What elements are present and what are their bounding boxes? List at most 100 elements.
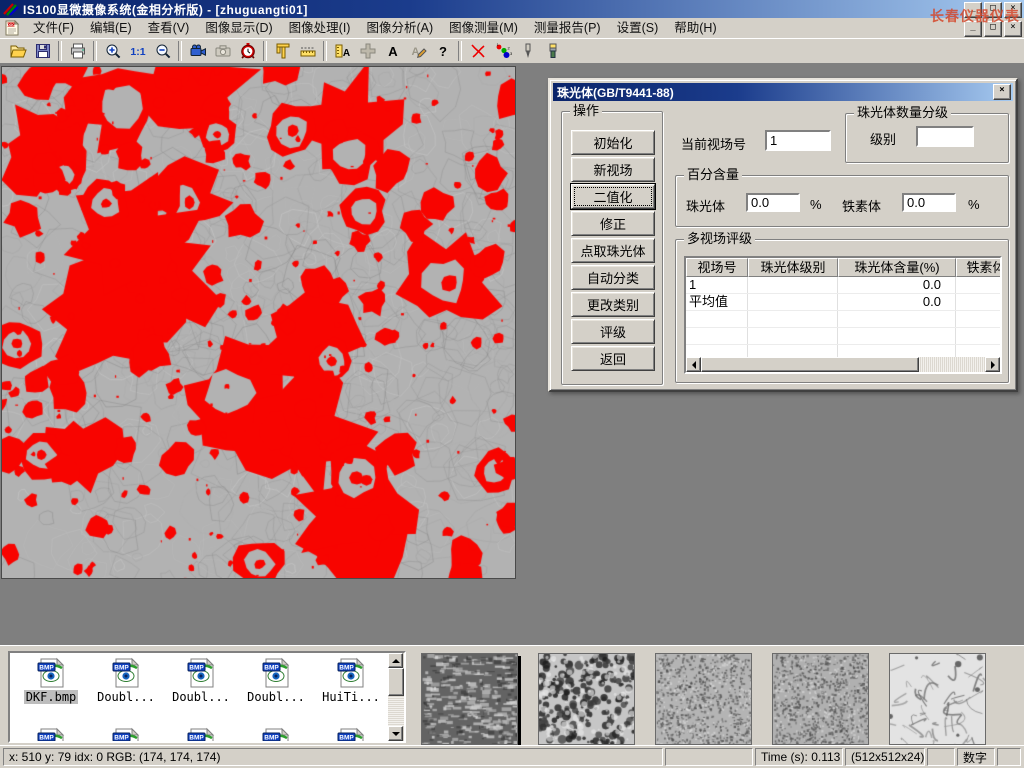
menu-item[interactable]: 测量报告(P) — [526, 21, 609, 35]
menu-item[interactable]: 图像显示(D) — [197, 21, 280, 35]
operation-button[interactable]: 返回 — [571, 346, 655, 371]
table-column-header[interactable]: 珠光体含量(%) — [838, 258, 956, 277]
minimize-button[interactable]: _ — [964, 2, 982, 18]
ferrite-percent-input[interactable] — [902, 193, 956, 212]
menu-item[interactable]: 设置(S) — [609, 21, 667, 35]
table-column-header[interactable]: 铁素体 — [956, 258, 1002, 277]
table-row[interactable]: 平均值0.0 — [686, 294, 1000, 311]
gallery-thumbnail[interactable] — [538, 653, 635, 745]
gallery-thumbnail[interactable] — [421, 653, 518, 745]
file-name[interactable]: Doubl... — [170, 690, 232, 704]
timer-button[interactable] — [235, 40, 260, 62]
child-close-button[interactable]: × — [1004, 21, 1022, 37]
file-item[interactable]: BMP — [314, 727, 388, 743]
gallery-thumbnail[interactable] — [772, 653, 869, 745]
file-item[interactable]: BMPDoubl... — [239, 657, 313, 704]
help-button[interactable]: ? — [430, 40, 455, 62]
annotate-button[interactable]: A — [405, 40, 430, 62]
file-name[interactable]: Doubl... — [95, 690, 157, 704]
brush-icon — [544, 42, 562, 60]
actual-size-button[interactable]: 1:1 — [125, 40, 150, 62]
scroll-thumb[interactable] — [388, 668, 404, 696]
grade-input[interactable] — [916, 126, 974, 147]
thumbnail-image — [773, 654, 868, 744]
zoom-out-button[interactable] — [150, 40, 175, 62]
scroll-left-button[interactable] — [686, 357, 701, 372]
operation-button[interactable]: 更改类别 — [571, 292, 655, 317]
table-row[interactable]: 10.0 — [686, 277, 1000, 294]
file-item[interactable]: BMPHuiTi... — [314, 657, 388, 704]
table-cell — [748, 328, 838, 344]
zoom-in-icon — [104, 42, 122, 60]
table-row[interactable] — [686, 311, 1000, 328]
file-item[interactable]: BMP — [164, 727, 238, 743]
file-item[interactable]: BMPDoubl... — [164, 657, 238, 704]
ruler-button[interactable] — [295, 40, 320, 62]
menu-item[interactable]: 帮助(H) — [666, 21, 724, 35]
save-button[interactable] — [30, 40, 55, 62]
file-name[interactable]: DKF.bmp — [24, 690, 79, 704]
menu-item[interactable]: 查看(V) — [140, 21, 198, 35]
text-icon: A — [384, 42, 402, 60]
scroll-up-button[interactable] — [388, 653, 403, 668]
text-button[interactable]: A — [380, 40, 405, 62]
micrograph-image[interactable] — [2, 67, 515, 578]
classify-balls-button[interactable]: 123 — [490, 40, 515, 62]
current-field-label: 当前视场号 — [681, 134, 746, 153]
pen-button[interactable] — [515, 40, 540, 62]
file-item[interactable]: BMP — [89, 727, 163, 743]
operation-button[interactable]: 自动分类 — [571, 265, 655, 290]
operation-button[interactable]: 评级 — [571, 319, 655, 344]
operation-button[interactable]: 修正 — [571, 211, 655, 236]
current-field-input[interactable] — [765, 130, 831, 151]
menu-item[interactable]: 编辑(E) — [82, 21, 140, 35]
print-button[interactable] — [65, 40, 90, 62]
caliper-button[interactable] — [270, 40, 295, 62]
delete-curve-button[interactable] — [465, 40, 490, 62]
pearlite-percent-input[interactable] — [746, 193, 800, 212]
video-camera-button[interactable] — [185, 40, 210, 62]
file-item[interactable]: BMP — [239, 727, 313, 743]
scroll-thumb[interactable] — [701, 357, 919, 372]
menu-item[interactable]: 图像测量(M) — [441, 21, 526, 35]
gallery-thumbnail[interactable] — [655, 653, 752, 745]
scroll-track[interactable] — [919, 357, 985, 372]
rating-table[interactable]: 视场号珠光体级别珠光体含量(%)铁素体 10.0平均值0.0 — [684, 256, 1002, 374]
zoom-in-button[interactable] — [100, 40, 125, 62]
scroll-right-button[interactable] — [985, 357, 1000, 372]
operation-button[interactable]: 新视场 — [571, 157, 655, 182]
file-name[interactable]: Doubl... — [245, 690, 307, 704]
table-column-header[interactable]: 视场号 — [686, 258, 748, 277]
gallery-thumbnail[interactable] — [889, 653, 986, 745]
file-item[interactable]: BMPDoubl... — [89, 657, 163, 704]
operation-button[interactable]: 点取珠光体 — [571, 238, 655, 263]
open-folder-button[interactable] — [5, 40, 30, 62]
table-row[interactable] — [686, 328, 1000, 345]
menu-item[interactable]: 图像处理(I) — [281, 21, 359, 35]
svg-text:BMP: BMP — [264, 734, 279, 741]
table-h-scrollbar[interactable] — [686, 357, 1000, 372]
image-size-status: (512x512x24) — [845, 748, 925, 766]
dialog-title-bar[interactable]: 珠光体(GB/T9441-88) × — [553, 83, 1013, 101]
file-item[interactable]: BMP — [14, 727, 88, 743]
menu-item[interactable]: 文件(F) — [25, 21, 82, 35]
file-item[interactable]: BMPDKF.bmp — [14, 657, 88, 704]
file-v-scrollbar[interactable] — [388, 653, 404, 741]
child-restore-button[interactable]: □ — [984, 21, 1002, 37]
menu-item[interactable]: 图像分析(A) — [358, 21, 441, 35]
restore-button[interactable]: □ — [984, 2, 1002, 18]
child-minimize-button[interactable]: _ — [964, 21, 982, 37]
brush-button[interactable] — [540, 40, 565, 62]
dialog-close-button[interactable]: × — [993, 84, 1011, 100]
photo-camera-button[interactable] — [210, 40, 235, 62]
close-button[interactable]: × — [1004, 2, 1022, 18]
file-browser[interactable]: BMPDKF.bmpBMPDoubl...BMPDoubl...BMPDoubl… — [8, 651, 406, 743]
operation-button[interactable]: 初始化 — [571, 130, 655, 155]
measure-text-button[interactable]: A — [330, 40, 355, 62]
scroll-down-button[interactable] — [388, 726, 403, 741]
operation-button[interactable]: 二值化 — [571, 184, 655, 209]
file-name[interactable]: HuiTi... — [320, 690, 382, 704]
table-column-header[interactable]: 珠光体级别 — [748, 258, 838, 277]
scroll-track[interactable] — [388, 696, 404, 726]
move-cross-button[interactable] — [355, 40, 380, 62]
